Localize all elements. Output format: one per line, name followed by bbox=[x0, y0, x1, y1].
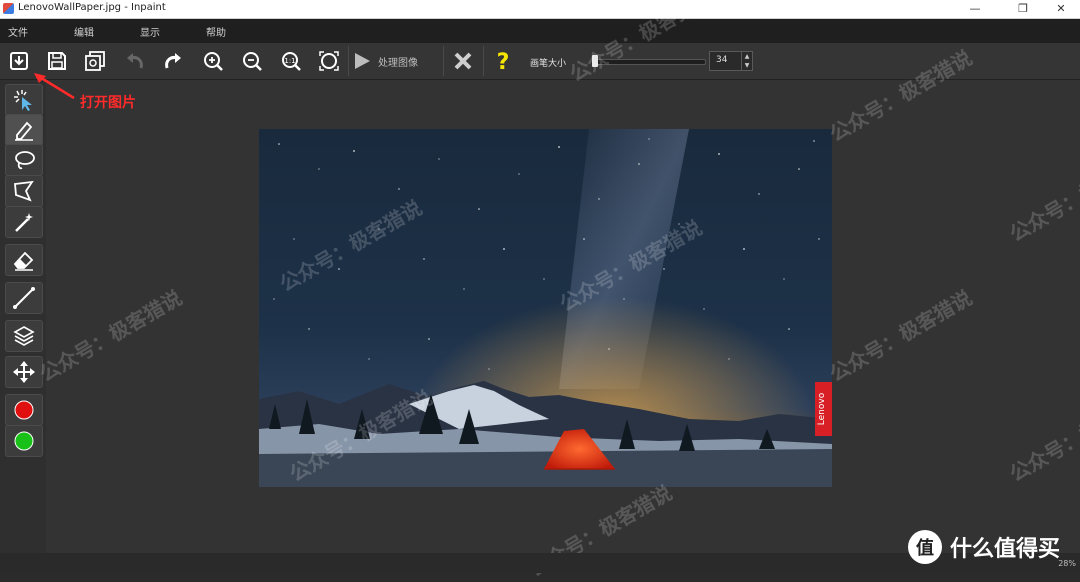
svg-text:?: ? bbox=[497, 50, 510, 73]
play-icon bbox=[355, 53, 370, 69]
annotation-label: 打开图片 bbox=[80, 95, 136, 111]
zoom-out-icon bbox=[243, 52, 262, 71]
open-file-icon bbox=[10, 52, 28, 70]
title-bar: LenovoWallPaper.jpg - Inpaint — ❐ ✕ bbox=[0, 0, 1080, 19]
undo-button[interactable] bbox=[118, 45, 152, 77]
brand-text: 什么值得买 bbox=[950, 537, 1061, 562]
green-color-swatch[interactable] bbox=[5, 425, 43, 457]
layers-icon bbox=[13, 326, 35, 346]
undo-icon bbox=[127, 53, 143, 69]
actual-size-button[interactable]: 1:1 bbox=[274, 45, 308, 77]
toolbar-separator bbox=[443, 46, 444, 76]
polygon-lasso-icon bbox=[14, 180, 34, 202]
red-circle-icon bbox=[14, 400, 34, 420]
minimize-button[interactable]: — bbox=[960, 0, 990, 18]
fit-window-button[interactable] bbox=[312, 45, 346, 77]
move-arrows-icon bbox=[13, 361, 35, 383]
zoom-level: 28% bbox=[1058, 559, 1076, 568]
toolbar-separator bbox=[348, 46, 349, 76]
svg-text:1:1: 1:1 bbox=[284, 57, 295, 65]
save-as-button[interactable] bbox=[78, 45, 112, 77]
help-button[interactable]: ? bbox=[486, 45, 520, 77]
annotation-arrow-icon bbox=[34, 73, 75, 100]
save-as-icon bbox=[85, 51, 105, 71]
magic-wand-icon bbox=[15, 213, 33, 232]
restore-button[interactable]: ❐ bbox=[1008, 0, 1038, 18]
redo-button[interactable] bbox=[156, 45, 190, 77]
guide-line-tool[interactable] bbox=[5, 282, 43, 314]
zoom-fit-icon bbox=[319, 51, 339, 71]
eraser-tool[interactable] bbox=[5, 244, 43, 276]
lasso-icon bbox=[15, 151, 35, 170]
brush-size-label: 画笔大小 bbox=[530, 59, 567, 69]
brush-size-value: 34 bbox=[716, 55, 728, 65]
menu-edit[interactable]: 编辑 bbox=[74, 24, 94, 39]
eraser-icon bbox=[13, 251, 34, 271]
red-color-swatch[interactable] bbox=[5, 394, 43, 426]
magic-wand-tool[interactable] bbox=[5, 206, 43, 238]
line-icon bbox=[13, 287, 35, 309]
zoom-out-button[interactable] bbox=[235, 45, 269, 77]
cancel-button[interactable] bbox=[446, 45, 480, 77]
spin-arrows[interactable]: ▲ ▼ bbox=[741, 52, 752, 70]
process-image-button[interactable]: 处理图像 bbox=[352, 45, 440, 77]
zoom-actual-size-icon: 1:1 bbox=[282, 52, 301, 71]
menu-bar: 文件 编辑 显示 帮助 bbox=[0, 19, 1080, 43]
zoom-in-button[interactable] bbox=[196, 45, 230, 77]
menu-help[interactable]: 帮助 bbox=[206, 24, 226, 39]
brand-logo-icon: 值 bbox=[908, 530, 942, 564]
marker-tool[interactable] bbox=[5, 114, 43, 146]
redo-icon bbox=[165, 53, 181, 69]
process-image-label: 处理图像 bbox=[378, 57, 418, 69]
polygonal-lasso-tool[interactable] bbox=[5, 175, 43, 207]
lasso-tool[interactable] bbox=[5, 144, 43, 176]
marker-icon bbox=[15, 121, 33, 141]
question-mark-icon: ? bbox=[497, 50, 510, 73]
zoom-in-icon bbox=[204, 52, 223, 71]
lenovo-brand-label: Lenovo bbox=[817, 392, 827, 425]
toolbar-separator bbox=[483, 46, 484, 76]
app-icon bbox=[3, 3, 14, 14]
site-brand: 值 什么值得买 bbox=[908, 530, 1060, 564]
window-title: LenovoWallPaper.jpg - Inpaint bbox=[18, 2, 166, 13]
brush-size-spinbox[interactable]: 34 ▲ ▼ bbox=[709, 51, 753, 71]
green-circle-icon bbox=[14, 431, 34, 451]
layers-tool[interactable] bbox=[5, 320, 43, 352]
menu-file[interactable]: 文件 bbox=[8, 24, 28, 39]
close-button[interactable]: ✕ bbox=[1046, 0, 1076, 18]
close-x-icon bbox=[454, 52, 472, 70]
menu-view[interactable]: 显示 bbox=[140, 24, 160, 39]
tool-panel bbox=[0, 80, 46, 553]
